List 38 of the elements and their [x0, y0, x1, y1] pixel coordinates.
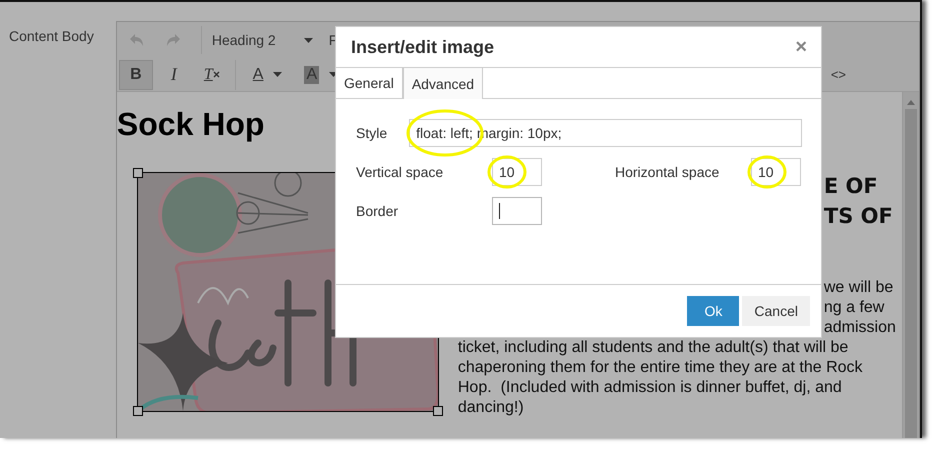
dialog-tab[interactable]: Advanced [402, 68, 484, 99]
input-field[interactable] [492, 197, 542, 225]
field-label: Style [356, 125, 388, 141]
field-label: Content Body [9, 28, 94, 44]
resize-handle[interactable] [132, 168, 143, 178]
heading-text: E OF [824, 173, 879, 200]
format-dropdown[interactable]: Heading 2 [200, 26, 313, 54]
italic-button[interactable]: I [156, 60, 191, 90]
text-color-button[interactable]: A [244, 60, 292, 90]
body-text: ticket, including all students and the adult(s) that will be [458, 338, 848, 358]
body-text: admission [824, 318, 896, 338]
resize-handle[interactable] [432, 406, 443, 416]
page-heading: Sock Hop [116, 106, 264, 142]
heading-text: TS OF [824, 203, 894, 230]
caret-icon [304, 38, 313, 42]
scroll-up-icon[interactable] [907, 100, 915, 105]
field-label: Horizontal space [615, 164, 720, 180]
body-text: ng a few [824, 298, 884, 318]
undo-icon[interactable] [128, 33, 145, 47]
source-code-button[interactable]: <> [822, 60, 855, 90]
clear-format-button[interactable]: T [194, 60, 229, 90]
body-text: we will be [824, 278, 894, 298]
bold-button[interactable]: B [118, 60, 153, 90]
scrollbar[interactable] [902, 92, 919, 438]
body-text: dancing!) [458, 398, 524, 418]
ok-button[interactable]: Ok [687, 296, 740, 326]
field-label: Border [356, 203, 400, 219]
caret-icon [273, 72, 282, 77]
body-text: chaperoning them for the entire time they are at the Rock [458, 358, 863, 378]
field-label: Vertical space [356, 164, 444, 180]
cancel-button[interactable]: Cancel [742, 296, 810, 326]
input-field[interactable]: 10 [492, 158, 542, 186]
redo-icon[interactable] [164, 33, 181, 47]
x-icon [212, 71, 220, 78]
input-field[interactable]: 10 [751, 158, 801, 186]
dialog-title: Insert/edit image [351, 36, 494, 58]
body-text: Hop. (Included with admission is dinner buffet, dj, and [458, 378, 842, 398]
resize-handle[interactable] [132, 406, 143, 416]
